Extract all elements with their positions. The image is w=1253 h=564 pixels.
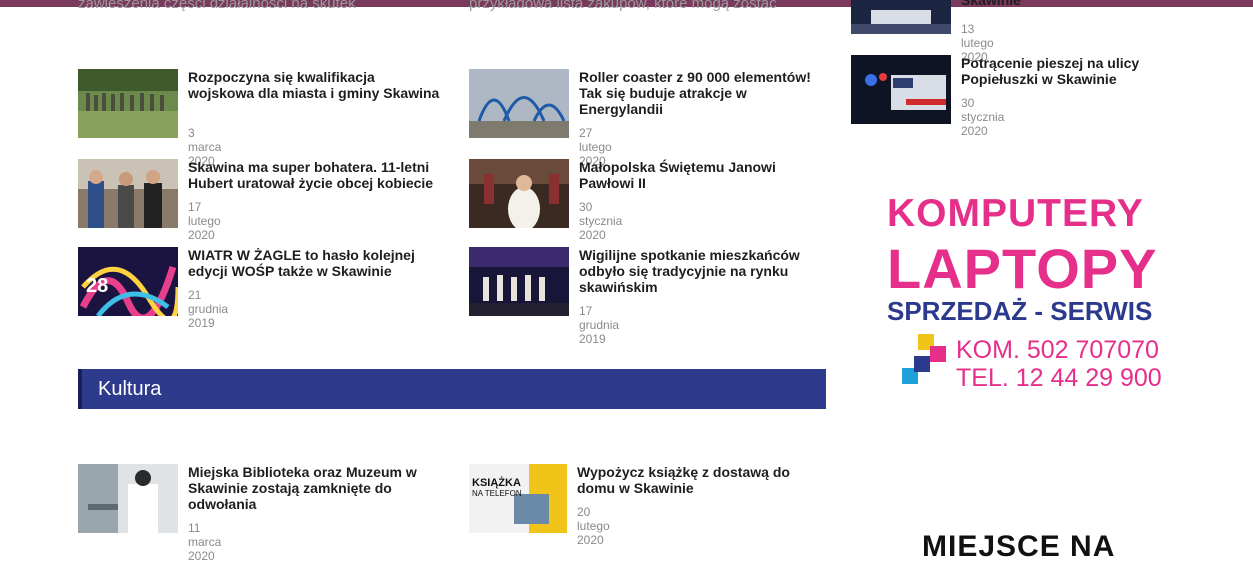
news-title[interactable]: WIATR W ŻAGLE to hasło kolejnej edycji W…	[188, 247, 443, 279]
news-date: 17 lutego 2020	[188, 200, 221, 242]
news-title[interactable]: Wypożycz książkę z dostawą do domu w Ska…	[577, 464, 822, 496]
news-thumbnail[interactable]	[78, 159, 178, 228]
ad-banner-computers[interactable]: KOMPUTERY LAPTOPY SPRZEDAŻ - SERWIS KOM.…	[878, 186, 1188, 411]
ad-line-laptops: LAPTOPY	[887, 237, 1158, 300]
ad-line-mobile: KOM. 502 707070	[956, 336, 1159, 364]
cut-article-excerpt-left: zawieszenia części działalności na skute…	[78, 0, 356, 12]
news-title[interactable]: Rozpoczyna się kwalifikacja wojskowa dla…	[188, 69, 443, 101]
news-title[interactable]: Roller coaster z 90 000 elementów! Tak s…	[579, 69, 819, 117]
wosp-number: 28	[86, 275, 108, 297]
news-thumbnail[interactable]	[469, 69, 569, 138]
cut-article-excerpt-middle: przykładowa lista zakupów, które mogą zo…	[469, 0, 777, 12]
news-title[interactable]: Małopolska Świętemu Janowi Pawłowi II	[579, 159, 819, 191]
ad-square-pink	[930, 346, 946, 362]
news-thumbnail[interactable]	[851, 0, 951, 34]
news-title[interactable]: Wigilijne spotkanie mieszkańców odbyło s…	[579, 247, 819, 295]
news-thumbnail[interactable]	[469, 159, 569, 228]
news-thumbnail[interactable]: 28	[78, 247, 178, 316]
news-date: 11 marca 2020	[188, 521, 222, 563]
ad-square-navy	[914, 356, 930, 372]
news-title[interactable]: Skawina ma super bohatera. 11-letni Hube…	[188, 159, 443, 191]
news-title-cut[interactable]: Skawinie	[961, 0, 1161, 8]
ad-line-computers: KOMPUTERY	[887, 192, 1144, 235]
section-title[interactable]: Kultura	[98, 378, 161, 401]
bottom-ad-placeholder-cut: MIEJSCE NA	[922, 530, 1116, 563]
news-thumbnail[interactable]	[851, 55, 951, 124]
news-date: 21 grudnia 2019	[188, 288, 229, 330]
news-date: 17 grudnia 2019	[579, 304, 620, 346]
news-date: 30 stycznia 2020	[961, 96, 1005, 138]
news-thumbnail[interactable]	[78, 464, 178, 533]
section-header-culture[interactable]: Kultura	[78, 369, 826, 409]
news-thumbnail[interactable]	[469, 247, 569, 316]
news-title[interactable]: Miejska Biblioteka oraz Muzeum w Skawini…	[188, 464, 433, 512]
ad-line-sales-service: SPRZEDAŻ - SERWIS	[887, 296, 1153, 326]
news-thumbnail[interactable]: KSIĄŻKA NA TELEFON	[469, 464, 567, 533]
news-thumbnail[interactable]	[78, 69, 178, 138]
news-title[interactable]: Potrącenie pieszej na ulicy Popiełuszki …	[961, 55, 1171, 87]
news-date: 20 lutego 2020	[577, 505, 610, 547]
news-date: 30 stycznia 2020	[579, 200, 623, 242]
thumb-book-subword: NA TELEFON	[472, 489, 522, 498]
ad-line-phone: TEL. 12 44 29 900	[956, 364, 1162, 392]
thumb-book-word: KSIĄŻKA	[472, 476, 521, 489]
